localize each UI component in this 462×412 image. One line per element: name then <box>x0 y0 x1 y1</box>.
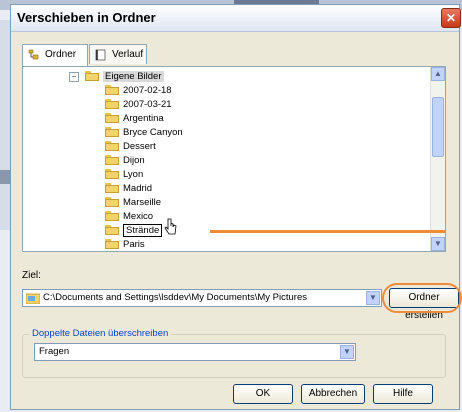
dialog-titlebar: Verschieben in Ordner ✕ <box>11 5 461 32</box>
overwrite-select[interactable]: Fragen ▼ <box>34 343 356 361</box>
tree-item-label: 2007-03-21 <box>123 99 172 110</box>
folder-icon <box>105 141 119 152</box>
scroll-up-icon[interactable]: ▲ <box>431 67 445 81</box>
tree-item-label: Strände <box>123 224 163 237</box>
tree-item[interactable]: Mexico <box>105 210 153 223</box>
cancel-label: Abbrechen <box>308 388 358 399</box>
folder-icon <box>105 99 119 110</box>
tree-item-selected[interactable]: Strände <box>105 224 163 237</box>
tree-item-label: Argentina <box>123 113 164 124</box>
tree-item-label: Mexico <box>123 211 154 222</box>
tab-ordner-label: Ordner <box>45 49 77 60</box>
chevron-down-icon[interactable]: ▼ <box>366 291 380 305</box>
tree-item-label: Paris <box>123 239 145 250</box>
cancel-button[interactable]: Abbrechen <box>301 384 365 404</box>
destination-path: C:\Documents and Settings\lsddev\My Docu… <box>43 292 307 303</box>
folder-icon <box>105 211 119 222</box>
tab-verlauf[interactable]: Verlauf <box>89 44 147 64</box>
tree-item[interactable]: Dessert <box>105 140 156 153</box>
dialog-title: Verschieben in Ordner <box>17 10 156 25</box>
help-button[interactable]: Hilfe <box>373 384 433 404</box>
history-icon <box>95 49 106 61</box>
tree-item[interactable]: Argentina <box>105 112 164 125</box>
ok-button[interactable]: OK <box>233 384 293 404</box>
chevron-down-icon[interactable]: ▼ <box>340 345 354 359</box>
ziel-label: Ziel: <box>22 270 41 281</box>
close-button[interactable]: ✕ <box>441 8 461 28</box>
tree-item-label: Dijon <box>123 155 145 166</box>
folder-icon <box>105 239 119 250</box>
tree-item[interactable]: Madrid <box>105 182 152 195</box>
tree-item[interactable]: Paris <box>105 238 145 251</box>
scroll-down-icon[interactable]: ▼ <box>431 237 445 251</box>
tree-item-label: Marseille <box>123 197 162 208</box>
tree-item-label: Bryce Canyon <box>123 127 183 138</box>
tree-scrollbar[interactable]: ▲ ▼ <box>430 67 445 251</box>
tree-root-eigene-bilder[interactable]: Eigene Bilder <box>85 70 164 83</box>
tree-item[interactable]: Bryce Canyon <box>105 126 183 139</box>
folder-icon <box>105 113 119 124</box>
folder-tree[interactable]: − Eigene Bilder 2007-02-18 2007-03-21 Ar… <box>22 66 446 252</box>
tree-item-label: Lyon <box>123 169 144 180</box>
overwrite-value: Fragen <box>39 346 70 357</box>
pictures-folder-icon <box>25 292 41 305</box>
folder-icon <box>85 71 99 82</box>
annotation-ellipse <box>382 283 462 313</box>
overwrite-group-label: Doppelte Dateien überschreiben <box>29 328 172 339</box>
tree-item[interactable]: Dijon <box>105 154 145 167</box>
folder-tree-icon <box>28 49 39 60</box>
tab-verlauf-label: Verlauf <box>112 49 144 60</box>
scroll-thumb[interactable] <box>432 97 444 157</box>
folder-icon <box>105 225 119 236</box>
folder-icon <box>105 169 119 180</box>
tree-item[interactable]: Marseille <box>105 196 161 209</box>
ok-label: OK <box>255 388 271 399</box>
tree-item[interactable]: 2007-02-18 <box>105 84 172 97</box>
tree-item[interactable]: 2007-03-21 <box>105 98 172 111</box>
annotation-line <box>210 230 446 233</box>
folder-icon <box>105 197 119 208</box>
tree-item-label: 2007-02-18 <box>123 85 172 96</box>
tab-ordner[interactable]: Ordner <box>22 44 88 66</box>
tree-item-label: Madrid <box>123 183 153 194</box>
tree-item[interactable]: Lyon <box>105 168 143 181</box>
tree-item-label: Dessert <box>123 141 156 152</box>
tree-root-label: Eigene Bilder <box>103 71 164 82</box>
folder-icon <box>105 155 119 166</box>
folder-icon <box>105 183 119 194</box>
mouse-cursor-icon <box>164 218 177 235</box>
collapse-icon[interactable]: − <box>69 72 79 82</box>
folder-icon <box>105 127 119 138</box>
help-label: Hilfe <box>392 388 413 399</box>
folder-icon <box>105 85 119 96</box>
destination-path-combo[interactable]: C:\Documents and Settings\lsddev\My Docu… <box>22 289 382 307</box>
